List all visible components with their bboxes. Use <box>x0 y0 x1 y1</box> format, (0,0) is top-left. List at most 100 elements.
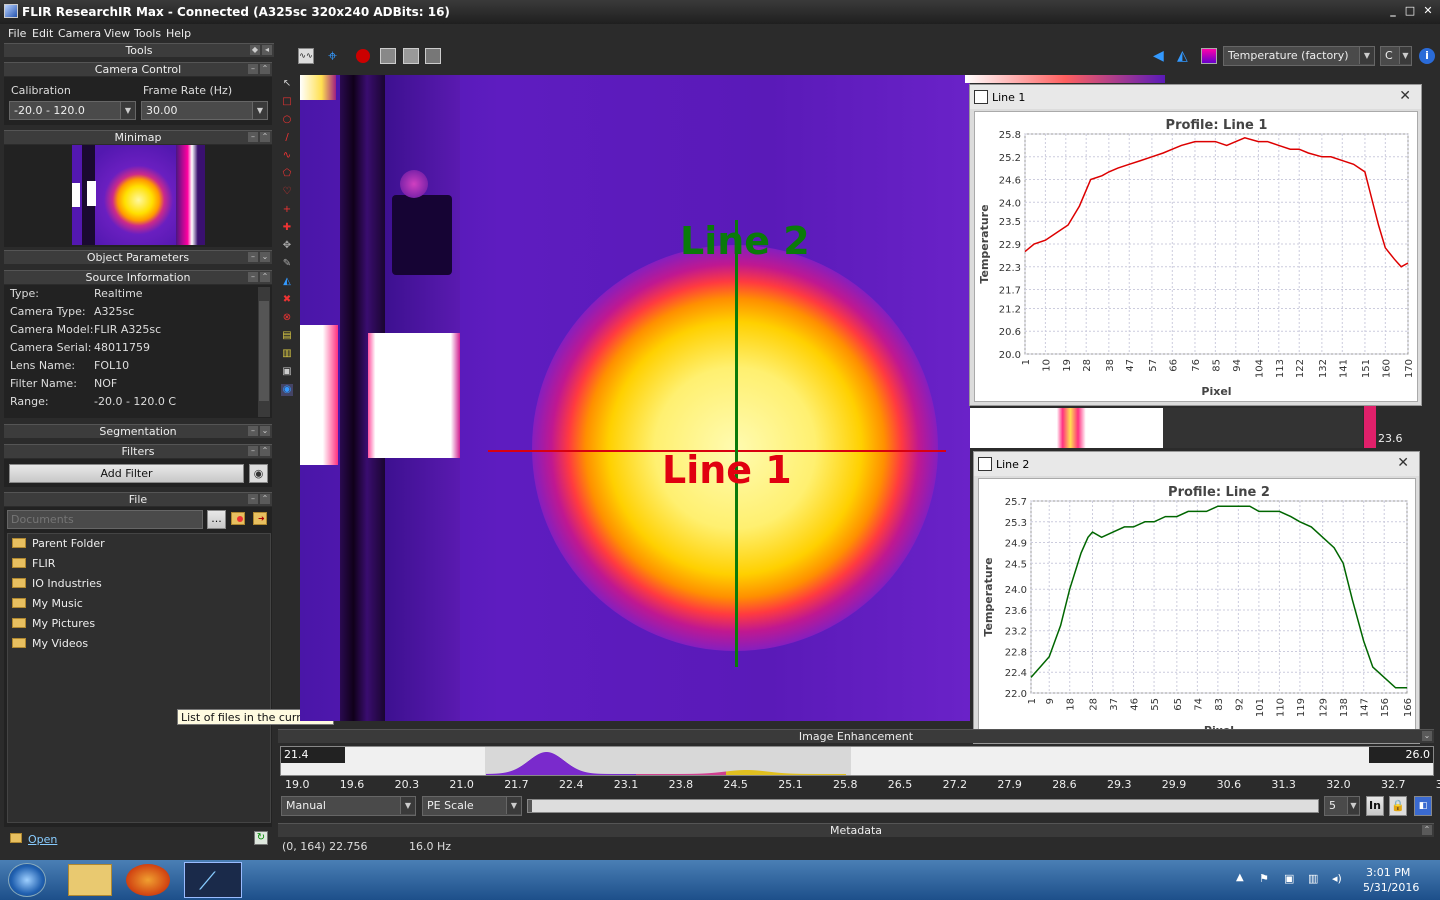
image-save-icon[interactable] <box>403 48 419 64</box>
add-point-icon[interactable]: ✚ <box>281 222 293 234</box>
close-icon[interactable]: ✕ <box>1397 455 1409 471</box>
usb-icon[interactable]: ▣ <box>1284 872 1294 885</box>
spin-select[interactable]: 5 ▼ <box>1324 796 1360 816</box>
minimize-icon[interactable]: – <box>248 494 258 504</box>
delete-icon[interactable]: ✖ <box>281 294 293 306</box>
open-link[interactable]: Open <box>28 833 57 846</box>
explorer-taskbar-icon[interactable] <box>68 864 112 896</box>
tray-expand-icon[interactable]: ▲ <box>1236 872 1244 883</box>
save-icon[interactable]: ▣ <box>281 366 293 378</box>
collapse-icon[interactable]: ⌃ <box>260 446 270 456</box>
camera-control-header[interactable]: Camera Control – ⌃ <box>4 62 272 76</box>
ellipse-icon[interactable]: ○ <box>281 114 293 126</box>
flip-horizontal-icon[interactable]: ◀ <box>1153 48 1169 64</box>
collapse-icon[interactable]: ⌃ <box>260 64 270 74</box>
file-header[interactable]: File – ⌃ <box>4 492 272 506</box>
scrollbar-thumb[interactable] <box>259 301 269 401</box>
collapse-icon[interactable]: ⌃ <box>260 132 270 142</box>
maximize-button[interactable]: □ <box>1402 4 1418 17</box>
volume-icon[interactable]: ◂) <box>1332 872 1342 885</box>
profile-line-2[interactable] <box>735 220 738 667</box>
clock-time[interactable]: 3:01 PM <box>1366 866 1410 879</box>
move-icon[interactable]: ✥ <box>281 240 293 252</box>
scale-select[interactable]: PE Scale ▼ <box>422 796 522 816</box>
source-info-header[interactable]: Source Information – ⌃ <box>4 270 272 284</box>
polyline-icon[interactable]: ∿ <box>281 150 293 162</box>
minimize-icon[interactable]: – <box>248 132 258 142</box>
folder-arrow-icon[interactable]: ➜ <box>253 512 267 525</box>
menu-camera[interactable]: Camera <box>58 27 101 40</box>
menu-view[interactable]: View <box>104 27 130 40</box>
snapshot-icon[interactable] <box>380 48 396 64</box>
lock-icon[interactable]: 🔒 <box>1389 796 1407 816</box>
enhancement-slider[interactable] <box>527 799 1319 813</box>
waveform-icon[interactable]: ∿∿ <box>298 48 314 64</box>
source-info-scrollbar[interactable] <box>258 287 270 417</box>
metadata-header[interactable]: Metadata ⌃ <box>278 823 1434 837</box>
rectangle-icon[interactable]: □ <box>281 96 293 108</box>
mirror-icon[interactable]: ◭ <box>1177 48 1193 64</box>
browse-button[interactable]: ... <box>207 510 226 529</box>
collapse-icon[interactable]: ◂ <box>262 45 272 55</box>
crosshair-icon[interactable]: ⌖ <box>328 48 344 64</box>
auto-adjust-icon[interactable]: ◧ <box>1414 796 1432 816</box>
collapse-icon[interactable]: ⌃ <box>260 272 270 282</box>
export-icon[interactable] <box>425 48 441 64</box>
minimize-icon[interactable]: – <box>248 272 258 282</box>
file-list-item[interactable]: My Music <box>12 597 83 610</box>
polygon-icon[interactable]: ⬠ <box>281 168 293 180</box>
expand-icon[interactable]: ⌄ <box>260 426 270 436</box>
measure-icon[interactable]: ◭ <box>281 276 293 288</box>
minimap-header[interactable]: Minimap – ⌃ <box>4 130 272 144</box>
in-button[interactable]: In <box>1366 796 1384 816</box>
slider-thumb[interactable] <box>528 800 532 812</box>
minimize-icon[interactable]: – <box>248 64 258 74</box>
open-roi-icon[interactable]: ▤ <box>281 330 293 342</box>
minimize-icon[interactable]: – <box>248 446 258 456</box>
visibility-icon[interactable]: ◉ <box>281 384 293 396</box>
info-icon[interactable]: i <box>1419 48 1435 64</box>
enhancement-mode-select[interactable]: Manual ▼ <box>281 796 416 816</box>
freehand-icon[interactable]: ♡ <box>281 186 293 198</box>
start-button[interactable] <box>8 863 46 897</box>
calibration-select[interactable]: -20.0 - 120.0 ▼ <box>9 101 136 120</box>
collapse-icon[interactable]: ⌃ <box>1422 825 1432 835</box>
line-icon[interactable]: / <box>281 132 293 144</box>
profile-window-line2[interactable]: Line 2 ✕ Profile: Line 2 25.7 25.3 24.9 24.5… <box>973 451 1420 744</box>
profile-window-line1[interactable]: Line 1 ✕ Profile: Line 1 25.8 25.2 24.6 24.0… <box>969 84 1422 406</box>
image-enhancement-header[interactable]: Image Enhancement ⌄ <box>278 729 1434 743</box>
firefox-taskbar-icon[interactable] <box>126 864 170 896</box>
refresh-icon[interactable]: ↻ <box>254 831 268 845</box>
spot-icon[interactable]: + <box>281 204 293 216</box>
network-icon[interactable]: ▥ <box>1308 872 1318 885</box>
minimize-icon[interactable]: – <box>248 426 258 436</box>
minimap-thermal-image[interactable] <box>72 145 205 245</box>
eye-icon[interactable]: ◉ <box>249 464 268 483</box>
save-roi-icon[interactable]: ▥ <box>281 348 293 360</box>
collapse-icon[interactable]: ⌄ <box>1422 731 1432 741</box>
edit-icon[interactable]: ✎ <box>281 258 293 270</box>
new-folder-icon[interactable] <box>231 512 245 525</box>
record-icon[interactable] <box>356 49 370 63</box>
clock-date[interactable]: 5/31/2016 <box>1363 881 1419 894</box>
file-list-item[interactable]: My Pictures <box>12 617 95 630</box>
add-filter-button[interactable]: Add Filter <box>9 464 244 483</box>
pointer-icon[interactable]: ↖ <box>281 78 293 90</box>
segmentation-header[interactable]: Segmentation – ⌄ <box>4 424 272 438</box>
histogram[interactable]: 21.4 26.0 <box>280 746 1434 776</box>
pin-icon[interactable]: ◆ <box>250 45 260 55</box>
thermal-image-view[interactable]: Line 1 Line 2 <box>300 75 970 721</box>
filters-header[interactable]: Filters – ⌃ <box>4 444 272 458</box>
menu-help[interactable]: Help <box>166 27 191 40</box>
unit-select[interactable]: C ▼ <box>1380 46 1412 66</box>
menu-edit[interactable]: Edit <box>32 27 53 40</box>
object-params-header[interactable]: Object Parameters – ⌄ <box>4 250 272 264</box>
profile-window-titlebar[interactable]: Line 2 ✕ <box>974 452 1419 476</box>
temperature-type-select[interactable]: Temperature (factory) ▼ <box>1223 46 1375 66</box>
file-list-item[interactable]: FLIR <box>12 557 55 570</box>
menu-tools[interactable]: Tools <box>134 27 161 40</box>
minimize-button[interactable]: _ <box>1385 4 1401 17</box>
delete-all-icon[interactable]: ⊗ <box>281 312 293 324</box>
close-button[interactable]: ✕ <box>1420 4 1436 17</box>
palette-icon[interactable] <box>1201 48 1217 64</box>
